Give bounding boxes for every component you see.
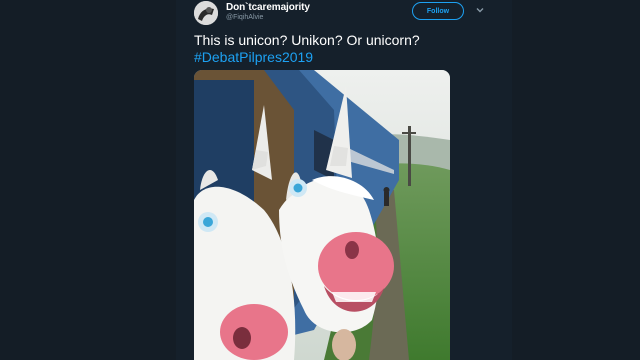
tweet-body: This is unicon? Unikon? Or unicorn? (194, 32, 420, 48)
tweet-text: This is unicon? Unikon? Or unicorn? #Deb… (194, 32, 494, 66)
unicorn-photo (194, 70, 450, 360)
author-display-name[interactable]: Don`tcaremajority (226, 2, 310, 13)
author-handle[interactable]: @FiqihAlvie (226, 14, 263, 21)
tweet-card: Don`tcaremajority @FiqihAlvie Follow Thi… (176, 0, 512, 360)
hashtag-link[interactable]: #DebatPilpres2019 (194, 49, 494, 66)
follow-button[interactable]: Follow (412, 2, 464, 20)
tweet-photo[interactable] (194, 70, 450, 360)
avatar[interactable] (194, 1, 218, 25)
chevron-down-icon[interactable] (474, 4, 486, 16)
